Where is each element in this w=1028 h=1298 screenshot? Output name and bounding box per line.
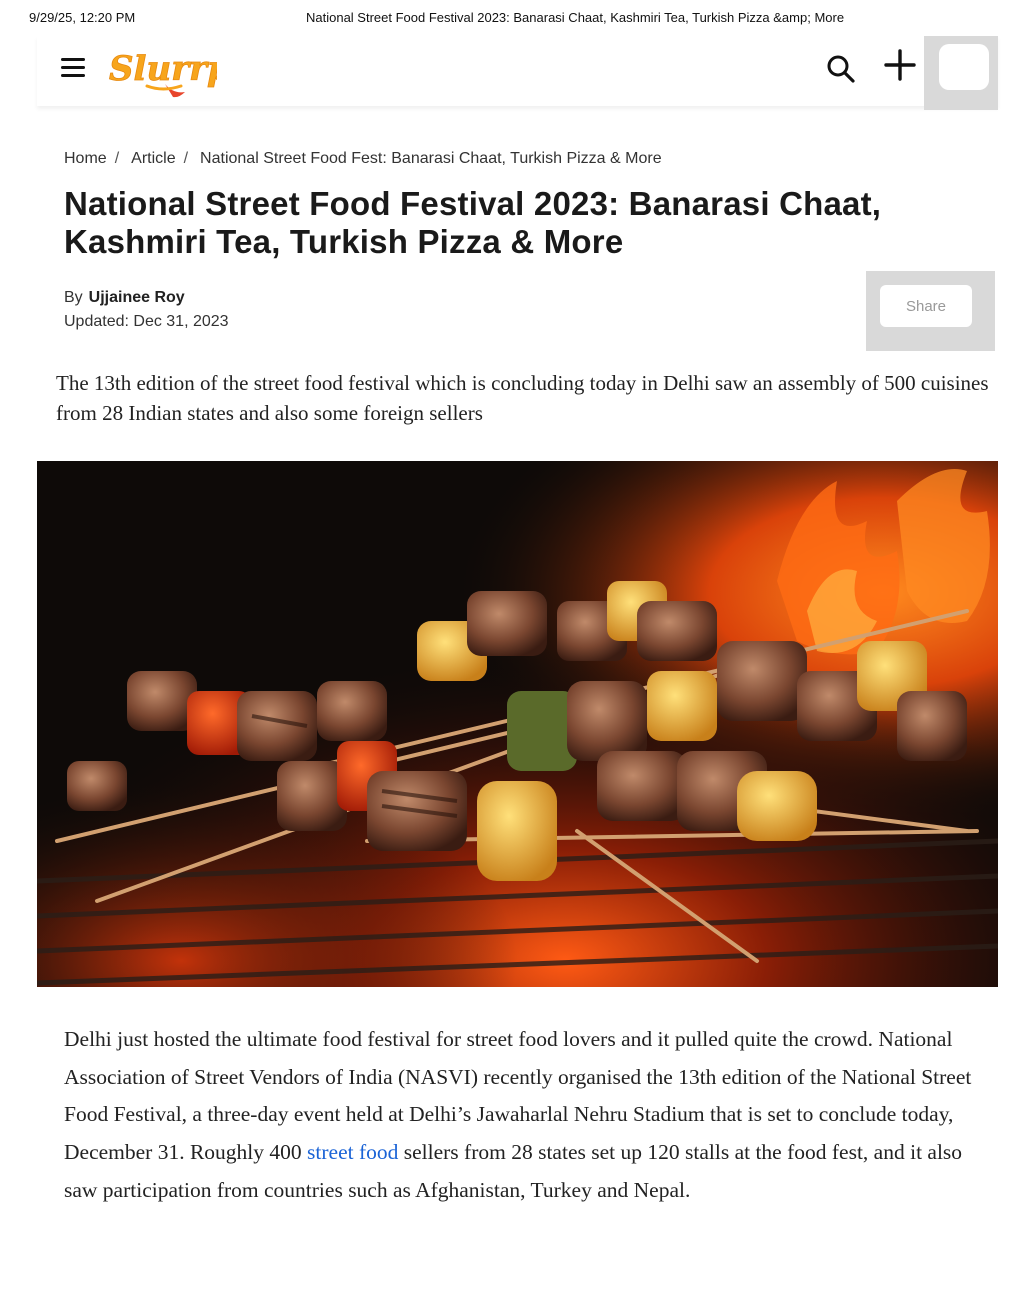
plus-icon[interactable] xyxy=(883,48,917,82)
share-container: Share xyxy=(866,271,995,351)
article-title: National Street Food Festival 2023: Bana… xyxy=(64,185,882,260)
article-lede: The 13th edition of the street food fest… xyxy=(56,371,989,425)
breadcrumb-current: National Street Food Fest: Banarasi Chaa… xyxy=(200,150,662,167)
breadcrumb: Home / Article / National Street Food Fest: … xyxy=(64,150,662,168)
breadcrumb-separator: / xyxy=(183,150,189,167)
share-button[interactable]: Share xyxy=(880,285,972,327)
svg-text:Slurrp: Slurrp xyxy=(109,49,217,89)
by-label: By xyxy=(64,289,83,306)
updated-date: Updated: Dec 31, 2023 xyxy=(64,313,229,330)
breadcrumb-separator: / xyxy=(114,150,120,167)
profile-button[interactable] xyxy=(924,36,998,110)
site-header: Slurrp xyxy=(37,36,998,110)
hamburger-menu-icon[interactable] xyxy=(61,58,85,78)
breadcrumb-home-link[interactable]: Home xyxy=(64,150,107,167)
print-datetime: 9/29/25, 12:20 PM xyxy=(29,10,136,25)
byline: By Ujjainee Roy xyxy=(64,289,185,307)
print-doc-title: National Street Food Festival 2023: Bana… xyxy=(306,10,845,25)
author-name[interactable]: Ujjainee Roy xyxy=(89,289,185,306)
profile-placeholder xyxy=(939,44,989,90)
search-icon[interactable] xyxy=(826,54,856,84)
slurrp-logo[interactable]: Slurrp xyxy=(107,42,217,100)
street-food-link[interactable]: street food xyxy=(307,1140,398,1164)
grilled-skewers-image xyxy=(37,461,998,987)
hero-image xyxy=(37,461,998,987)
article-body-paragraph: Delhi just hosted the ultimate food fest… xyxy=(64,1021,974,1210)
breadcrumb-article-link[interactable]: Article xyxy=(131,150,175,167)
print-header: 9/29/25, 12:20 PM National Street Food F… xyxy=(0,8,1028,28)
